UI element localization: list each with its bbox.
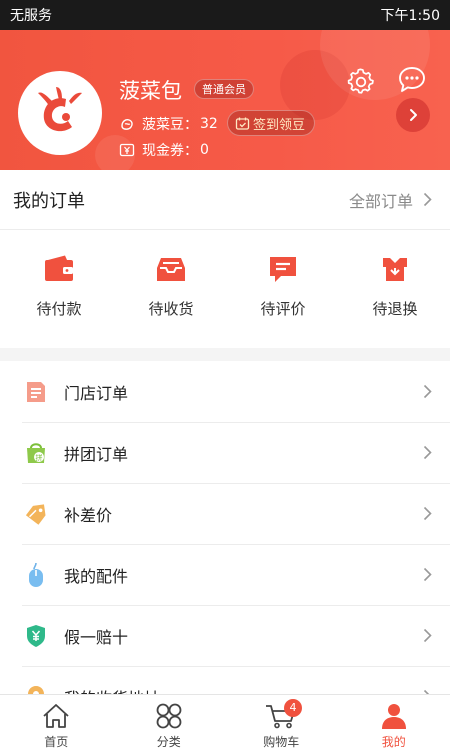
order-state-pending-review[interactable]: 待评价 [230, 254, 336, 319]
home-icon [43, 704, 69, 728]
orders-section: 我的订单 全部订单 待付款 待收货 待评价 待退换 [0, 170, 450, 348]
nav-label: 我的 [381, 735, 406, 749]
calendar-icon [235, 117, 250, 130]
cart-count-badge: 4 [284, 699, 302, 717]
order-state-label: 待付款 [36, 300, 82, 318]
price-tag-icon [24, 502, 48, 526]
shield-yen-icon [24, 624, 48, 648]
orders-header: 我的订单 全部订单 [0, 170, 450, 230]
mouse-icon [24, 562, 48, 587]
order-state-return[interactable]: 待退换 [342, 254, 448, 319]
member-level-badge: 普通会员 [194, 79, 254, 99]
coupon-label: 现金券： [142, 143, 198, 159]
chevron-right-icon [410, 109, 417, 121]
menu-item-label: 补差价 [64, 505, 113, 525]
chevron-right-icon [423, 384, 432, 399]
location-icon [24, 685, 48, 694]
all-orders-label: 全部订单 [348, 191, 413, 211]
menu-item-price-diff[interactable]: 补差价 [0, 483, 450, 545]
nav-label: 首页 [44, 735, 69, 749]
profile-detail-button[interactable] [396, 98, 430, 132]
menu-item-label: 我的收货地址 [64, 685, 423, 695]
beans-label: 菠菜豆： [142, 117, 198, 133]
carrier-text: 无服务 [10, 8, 52, 24]
menu-list: 门店订单 拼 拼团订单 补差价 我的配件 假一赔十 [0, 361, 450, 694]
chevron-right-icon [423, 192, 432, 207]
beans-value: 32 [200, 116, 218, 132]
menu-item-label: 假一赔十 [64, 627, 129, 647]
messages-button[interactable] [397, 65, 427, 95]
nav-tab-category[interactable]: 分类 [113, 695, 226, 751]
yen-coupon-icon [119, 143, 135, 157]
chevron-right-icon [423, 506, 432, 521]
avatar[interactable] [18, 71, 102, 155]
svg-text:拼: 拼 [36, 453, 43, 462]
menu-item-group-orders[interactable]: 拼 拼团订单 [0, 422, 450, 484]
brand-logo-icon [38, 87, 82, 132]
status-bar: 无服务 下午1:50 [0, 0, 450, 30]
username: 菠菜包 [119, 79, 182, 103]
settings-button[interactable] [346, 67, 376, 97]
signin-label: 签到领豆 [253, 117, 306, 133]
wallet-icon [45, 255, 73, 281]
user-icon [381, 704, 406, 729]
clock-text: 下午1:50 [380, 8, 440, 24]
order-state-label: 待评价 [260, 300, 306, 318]
nav-tab-home[interactable]: 首页 [0, 695, 113, 751]
profile-header: 菠菜包 普通会员 菠菜豆： 32 签到领豆 现金券： 0 [0, 30, 450, 170]
order-state-pending-receipt[interactable]: 待收货 [118, 254, 224, 319]
chat-bubble-icon [399, 67, 425, 92]
inbox-icon [157, 258, 185, 281]
nav-label: 分类 [156, 735, 181, 749]
chevron-right-icon [423, 567, 432, 582]
coupon-value: 0 [200, 142, 209, 158]
comment-icon [270, 257, 296, 282]
order-state-label: 待退换 [372, 300, 418, 318]
chevron-right-icon [423, 628, 432, 643]
category-icon [156, 703, 182, 729]
chevron-right-icon [423, 445, 432, 460]
menu-item-address[interactable]: 我的收货地址 [0, 666, 450, 694]
bean-icon [121, 119, 133, 130]
menu-item-guarantee[interactable]: 假一赔十 [0, 605, 450, 667]
beans-row: 菠菜豆： 32 [119, 114, 218, 134]
return-icon [383, 258, 407, 281]
order-state-row: 待付款 待收货 待评价 待退换 [0, 230, 450, 319]
menu-item-label: 我的配件 [64, 566, 129, 586]
store-order-icon [24, 380, 48, 404]
nav-tab-cart[interactable]: 4 购物车 [225, 695, 338, 751]
group-buy-icon: 拼 [24, 441, 48, 465]
gear-icon [347, 68, 374, 94]
orders-title: 我的订单 [13, 190, 85, 212]
menu-item-label: 拼团订单 [64, 444, 129, 464]
nav-label: 购物车 [263, 735, 300, 749]
all-orders-link[interactable]: 全部订单 [349, 188, 432, 212]
menu-item-label: 门店订单 [64, 383, 129, 403]
order-state-label: 待收货 [148, 300, 194, 318]
bottom-nav: 首页 分类 4 购物车 我的 [0, 694, 450, 751]
menu-item-accessories[interactable]: 我的配件 [0, 544, 450, 606]
signin-button[interactable]: 签到领豆 [227, 110, 316, 136]
order-state-pending-payment[interactable]: 待付款 [6, 254, 112, 319]
nav-tab-mine[interactable]: 我的 [338, 695, 450, 751]
coupon-row: 现金券： 0 [119, 140, 209, 160]
menu-item-store-orders[interactable]: 门店订单 [0, 361, 450, 423]
